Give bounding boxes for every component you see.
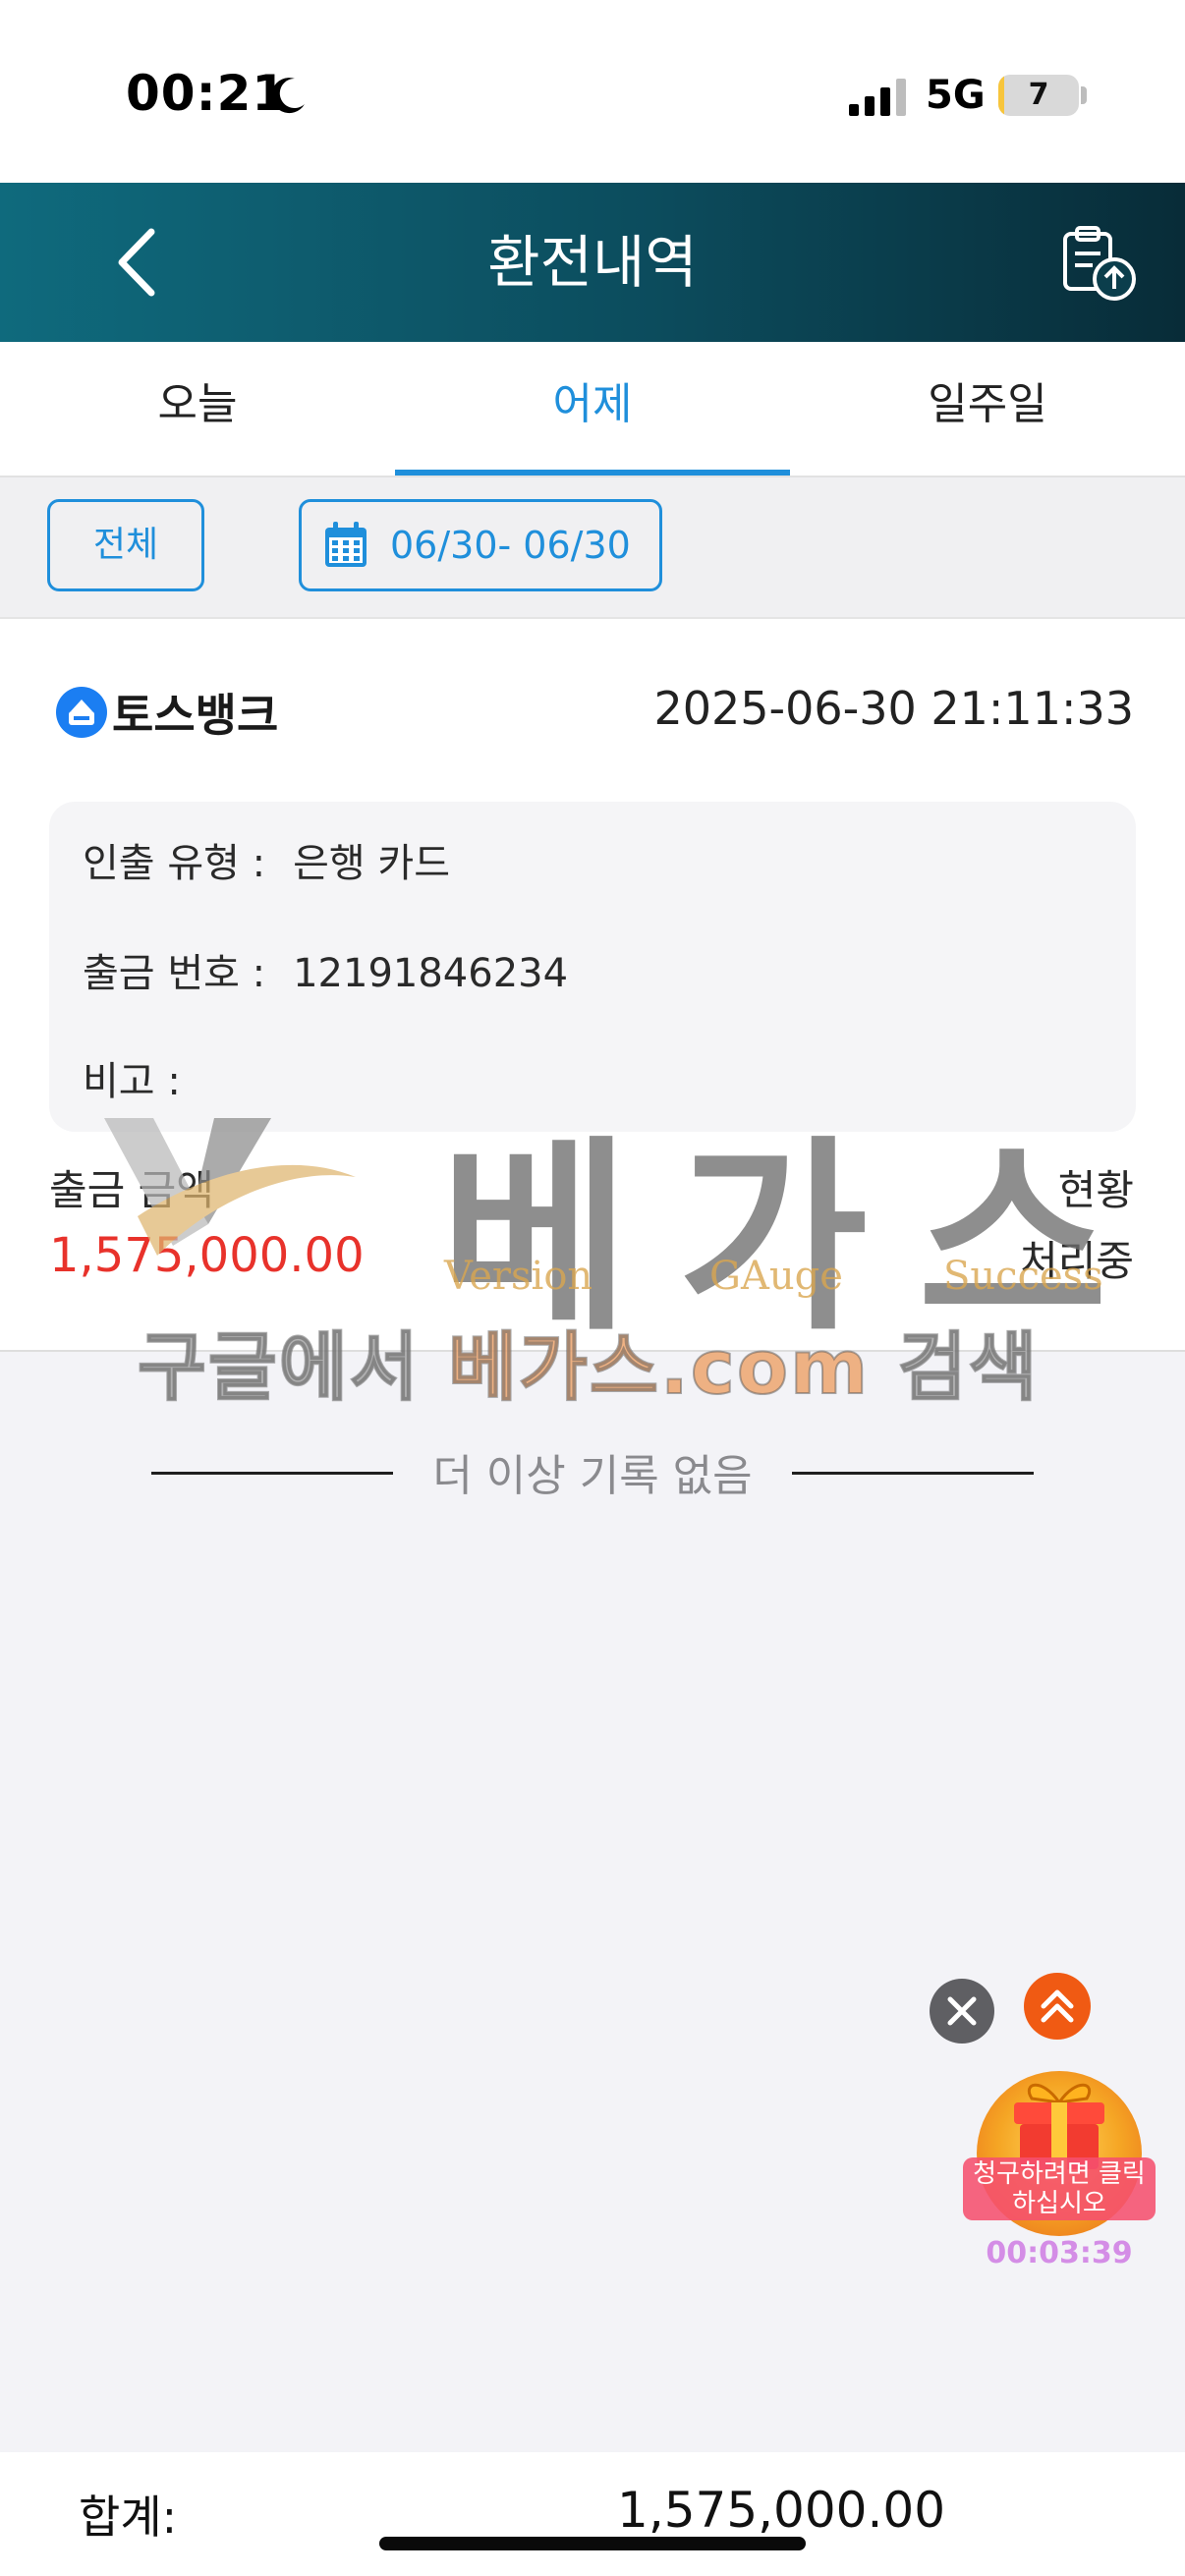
detail-row-number: 출금 번호 : 12191846234 <box>83 941 568 998</box>
calendar-icon <box>325 522 367 567</box>
date-range-button[interactable]: 06/30- 06/30 <box>299 499 662 591</box>
status-badge: 처리중 <box>1020 1237 1134 1285</box>
status-time: 00:21 <box>126 65 288 122</box>
filter-bar: 전체 06/30- 06/30 <box>0 477 1185 619</box>
battery-level: 7 <box>1028 78 1049 112</box>
battery-icon: 7 <box>998 75 1079 116</box>
no-more-records-text: 더 이상 기록 없음 <box>432 1451 753 1501</box>
detail-row-note: 비고 : <box>83 1049 208 1106</box>
battery-tip <box>1081 86 1087 104</box>
amount-label: 출금 금액 <box>49 1166 214 1214</box>
close-icon <box>947 1996 977 2026</box>
bank-name: 토스뱅크 <box>112 689 279 742</box>
active-tab-indicator <box>395 470 790 476</box>
status-bar: 00:21 5G 7 <box>0 0 1185 183</box>
filter-all-button[interactable]: 전체 <box>47 499 204 591</box>
date-range-text: 06/30- 06/30 <box>390 524 631 567</box>
detail-row-type: 인출 유형 : 은행 카드 <box>83 831 450 888</box>
toss-bank-logo-icon <box>56 687 107 738</box>
amount-value: 1,575,000.00 <box>49 1228 365 1283</box>
scroll-top-button[interactable] <box>1024 1973 1091 2040</box>
gift-claim-text: 청구하려면 클릭하십시오 <box>963 2157 1156 2220</box>
tab-yesterday[interactable]: 어제 <box>395 342 790 477</box>
close-floating-button[interactable] <box>930 1979 994 2044</box>
export-button[interactable] <box>1059 222 1140 303</box>
detail-label: 비고 : <box>83 1059 181 1104</box>
page-title: 환전내역 <box>487 229 698 296</box>
detail-label: 출금 번호 : <box>83 951 266 996</box>
gift-promo-widget[interactable]: 청구하려면 클릭하십시오 <box>963 2057 1156 2254</box>
total-label: 합계: <box>79 2491 178 2544</box>
period-tabs: 오늘 어제 일주일 <box>0 342 1185 477</box>
detail-value: 12191846234 <box>293 951 569 996</box>
home-indicator <box>379 2537 806 2550</box>
network-type: 5G <box>926 73 986 118</box>
total-bar: 합계: 1,575,000.00 <box>0 2452 1185 2576</box>
detail-label: 인출 유형 : <box>83 841 266 886</box>
tab-week[interactable]: 일주일 <box>790 342 1185 477</box>
signal-icon <box>849 79 906 116</box>
detail-value: 은행 카드 <box>293 841 451 886</box>
exchange-record[interactable]: 토스뱅크 2025-06-30 21:11:33 인출 유형 : 은행 카드 출금… <box>0 619 1185 1352</box>
record-details: 인출 유형 : 은행 카드 출금 번호 : 12191846234 비고 : <box>49 802 1136 1132</box>
moon-icon <box>271 78 305 114</box>
end-of-list: 더 이상 기록 없음 <box>0 1440 1185 1501</box>
app-header: 환전내역 <box>0 183 1185 342</box>
clipboard-upload-icon <box>1063 226 1136 301</box>
total-value: 1,575,000.00 <box>617 2482 945 2539</box>
double-chevron-up-icon <box>1041 1989 1074 2023</box>
record-datetime: 2025-06-30 21:11:33 <box>653 682 1134 735</box>
status-label: 현황 <box>1057 1166 1134 1214</box>
tab-today[interactable]: 오늘 <box>0 342 395 477</box>
gift-countdown: 00:03:39 <box>986 2236 1133 2270</box>
